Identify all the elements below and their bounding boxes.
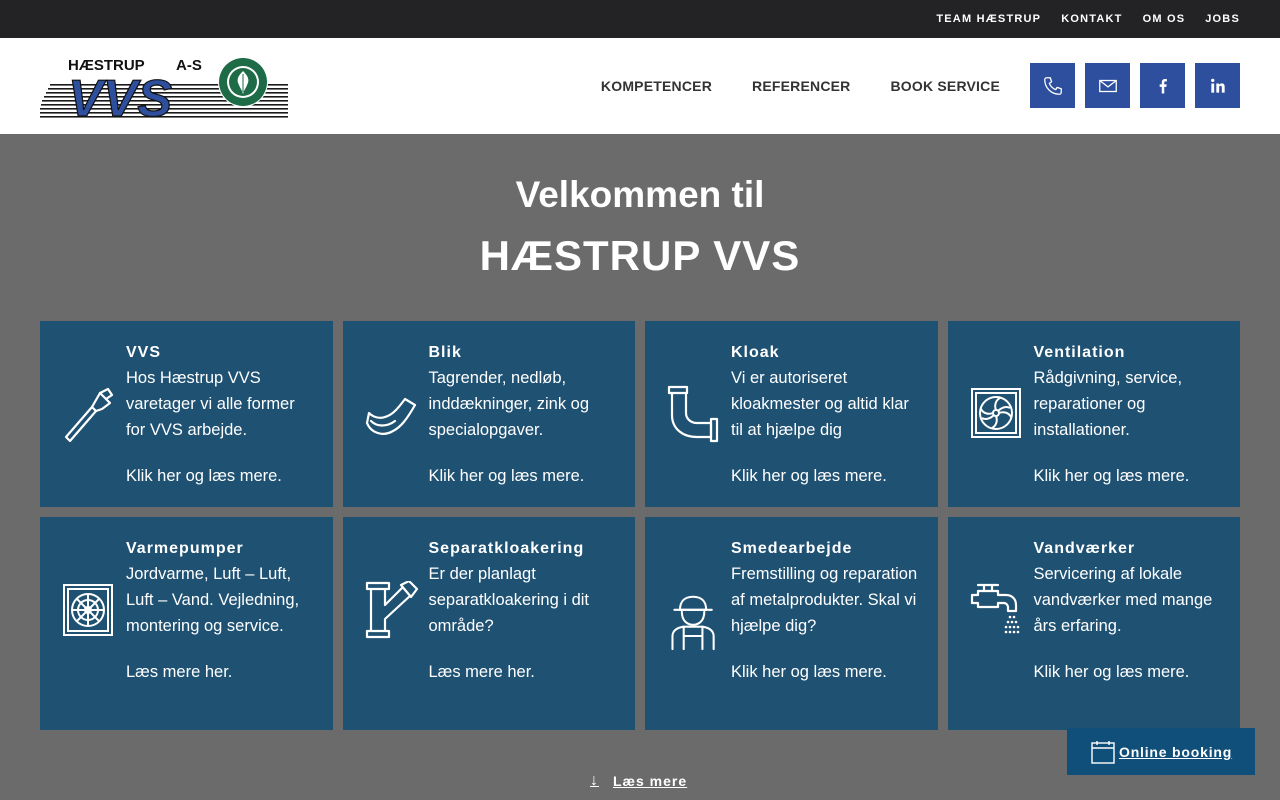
service-link[interactable]: Klik her og læs mere. — [429, 463, 618, 489]
read-more-link[interactable]: ↓ Læs mere — [590, 772, 687, 790]
linkedin-button[interactable] — [1195, 63, 1240, 108]
read-more-label: Læs mere — [613, 773, 688, 789]
calendar-icon — [1091, 740, 1115, 764]
online-booking-button[interactable]: Online booking — [1067, 728, 1255, 775]
hero-welcome-text: Velkommen til — [515, 174, 765, 215]
service-description: Hos Hæstrup VVS varetager vi alle former… — [126, 369, 295, 439]
mail-icon — [1098, 79, 1117, 92]
service-link[interactable]: Klik her og læs mere. — [731, 463, 920, 489]
service-title: Vandværker — [1033, 540, 1136, 557]
service-title: Varmepumper — [126, 540, 244, 557]
mail-button[interactable] — [1085, 63, 1130, 108]
service-link[interactable]: Klik her og læs mere. — [731, 659, 920, 685]
service-card-vandvaerker[interactable]: Vandværker Servicering af lokale vandvær… — [947, 517, 1240, 730]
service-title: Blik — [428, 344, 462, 361]
social-links — [1020, 63, 1240, 108]
topnav-team-haestrup[interactable]: TEAM HÆSTRUP — [936, 13, 1041, 25]
water-tap-icon — [970, 583, 1019, 634]
service-title: Kloak — [731, 344, 780, 361]
service-card-vvs[interactable]: VVS Hos Hæstrup VVS varetager vi alle fo… — [40, 321, 333, 507]
service-card-smedearbejde[interactable]: Smedearbejde Fremstilling og reparation … — [645, 517, 938, 730]
topnav-jobs[interactable]: JOBS — [1205, 13, 1240, 25]
service-title: Separatkloakering — [428, 540, 585, 557]
topnav-om-os[interactable]: OM OS — [1143, 13, 1186, 25]
main-navigation: KOMPETENCER REFERENCER BOOK SERVICE — [561, 38, 1000, 134]
hero-company-name: HÆSTRUP VVS — [479, 232, 801, 279]
service-card-separatkloakering[interactable]: Separatkloakering Er der planlagt separa… — [342, 517, 635, 730]
worker-icon — [671, 595, 715, 651]
ventilation-fan-icon — [970, 388, 1021, 438]
heat-pump-icon — [63, 584, 113, 636]
service-card-blik[interactable]: Blik Tagrender, nedløb, inddækninger, zi… — [342, 321, 635, 507]
top-navigation: TEAM HÆSTRUP KONTAKT OM OS JOBS — [0, 0, 1280, 38]
pipe-wrench-icon — [64, 387, 114, 443]
logo-vvs-text: VVS — [68, 70, 172, 122]
service-link[interactable]: Klik her og læs mere. — [1034, 463, 1223, 489]
linkedin-icon — [1210, 78, 1225, 93]
service-description: Rådgivning, service, reparationer og ins… — [1033, 369, 1183, 439]
service-link[interactable]: Læs mere her. — [126, 659, 315, 685]
online-booking-label: Online booking — [1119, 743, 1233, 760]
site-header: VVS HÆSTRUP A-S KOMPETENCER REFERENCER B… — [0, 38, 1280, 134]
services-grid: VVS Hos Hæstrup VVS varetager vi alle fo… — [40, 321, 1240, 730]
pipe-elbow-icon — [667, 385, 719, 443]
service-description: Servicering af lokale vandværker med man… — [1033, 565, 1213, 635]
service-title: Ventilation — [1033, 344, 1126, 361]
service-card-varmepumper[interactable]: Varmepumper Jordvarme, Luft – Luft, Luft… — [40, 517, 333, 730]
service-card-ventilation[interactable]: Ventilation Rådgivning, service, reparat… — [947, 321, 1240, 507]
logo-haestrup-text: HÆSTRUP — [68, 57, 145, 74]
service-title: VVS — [126, 344, 162, 361]
logo-graphic: VVS HÆSTRUP A-S — [40, 57, 288, 129]
service-link[interactable]: Klik her og læs mere. — [1034, 659, 1223, 685]
service-description: Vi er autoriseret kloakmester og altid k… — [731, 369, 909, 439]
service-link[interactable]: Læs mere her. — [429, 659, 618, 685]
phone-icon — [1043, 76, 1062, 95]
arrow-down-icon: ↓ — [590, 772, 599, 789]
nav-kompetencer[interactable]: KOMPETENCER — [601, 78, 712, 94]
logo-as-text: A-S — [176, 57, 202, 74]
phone-button[interactable] — [1030, 63, 1075, 108]
nav-referencer[interactable]: REFERENCER — [752, 78, 850, 94]
company-logo[interactable]: VVS HÆSTRUP A-S — [40, 52, 292, 129]
service-link[interactable]: Klik her og læs mere. — [126, 463, 315, 489]
service-description: Fremstilling og reparation af metalprodu… — [731, 565, 918, 635]
facebook-button[interactable] — [1140, 63, 1185, 108]
service-description: Tagrender, nedløb, inddækninger, zink og… — [428, 369, 590, 439]
y-pipe-icon — [365, 581, 418, 639]
service-card-kloak[interactable]: Kloak Vi er autoriseret kloakmester og a… — [645, 321, 938, 507]
gutter-icon — [365, 397, 416, 435]
nav-book-service[interactable]: BOOK SERVICE — [891, 78, 1001, 94]
facebook-icon — [1159, 78, 1167, 93]
service-description: Er der planlagt separatkloakering i dit … — [428, 565, 590, 635]
topnav-kontakt[interactable]: KONTAKT — [1061, 13, 1122, 25]
service-title: Smedearbejde — [731, 540, 853, 557]
service-description: Jordvarme, Luft – Luft, Luft – Vand. Vej… — [126, 565, 300, 635]
